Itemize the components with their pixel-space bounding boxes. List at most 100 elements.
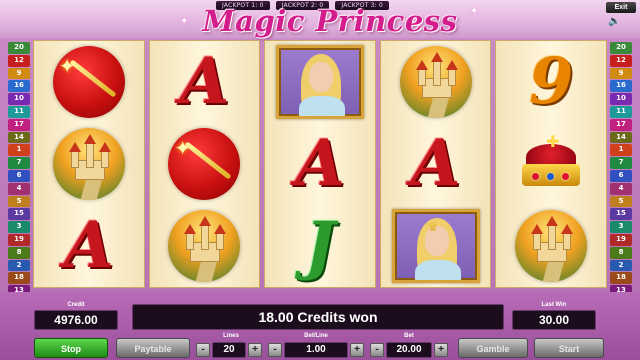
reel-cell: 9 [496, 41, 606, 123]
payline-number-2: 2 [8, 259, 30, 272]
payline-number-5: 5 [8, 195, 30, 208]
crown-icon: ✚ [516, 134, 586, 192]
payline-number-20: 20 [8, 42, 30, 54]
reel-cell [34, 123, 144, 205]
reel-1: ✦ A [33, 40, 145, 288]
payline-number-6: 6 [8, 169, 30, 182]
gamble-button[interactable]: Gamble [458, 338, 528, 358]
princess-tiara-icon: ♛ [391, 209, 480, 283]
payline-number-2: 2 [610, 259, 632, 272]
magic-wand-icon: ✦ [52, 46, 125, 118]
reel-5: 9 ✚ [495, 40, 607, 288]
payline-number-16: 16 [8, 80, 30, 93]
magic-wand-icon: ✦ [168, 128, 241, 200]
payline-number-3: 3 [8, 221, 30, 233]
reel-cell: ♛ [381, 205, 491, 287]
payline-number-9: 9 [610, 67, 632, 80]
header-bar: JACKPOT 1: 0 JACKPOT 2: 0 JACKPOT 3: 0 ✦… [0, 0, 640, 38]
reel-cell: A [265, 123, 375, 205]
payline-number-12: 12 [610, 54, 632, 67]
reel-cell [265, 41, 375, 123]
payline-number-11: 11 [8, 105, 30, 118]
reel-cell [496, 205, 606, 287]
payline-number-17: 17 [610, 118, 632, 131]
payline-number-19: 19 [8, 233, 30, 246]
payline-number-4: 4 [8, 182, 30, 195]
payline-number-3: 3 [610, 221, 632, 233]
symbol-a-icon: A [410, 126, 461, 201]
payline-number-16: 16 [610, 80, 632, 93]
payline-number-18: 18 [8, 272, 30, 285]
bet-plus-button[interactable]: + [434, 343, 448, 357]
exit-button[interactable]: Exit [606, 2, 636, 13]
symbol-9-icon: 9 [528, 44, 574, 119]
start-button[interactable]: Start [534, 338, 604, 358]
payline-number-11: 11 [610, 105, 632, 118]
payline-number-14: 14 [610, 131, 632, 144]
bet-line-plus-button[interactable]: + [350, 343, 364, 357]
lines-minus-button[interactable]: - [196, 343, 210, 357]
reel-cell: ✦ [34, 41, 144, 123]
payline-number-18: 18 [610, 272, 632, 285]
symbol-a-icon: A [295, 126, 345, 201]
reel-3: AJ [264, 40, 376, 288]
stop-button[interactable]: Stop [34, 338, 108, 358]
last-win-value: 30.00 [512, 310, 596, 330]
payline-number-1: 1 [8, 144, 30, 157]
payline-number-17: 17 [8, 118, 30, 131]
payline-number-6: 6 [610, 169, 632, 182]
payline-numbers-left: 20 12 9 16 10 11 17 14 1 7 6 4 5 15 3 19 8 2 18 13 [8, 42, 30, 297]
win-message: 18.00 Credits won [132, 304, 504, 330]
payline-number-14: 14 [8, 131, 30, 144]
payline-numbers-right: 20 12 9 16 10 11 17 14 1 7 6 4 5 15 3 19 8 2 18 13 [610, 42, 632, 297]
payline-number-4: 4 [610, 182, 632, 195]
payline-number-7: 7 [610, 157, 632, 169]
reel-2: A ✦ [148, 40, 261, 288]
bet-value: 20.00 [386, 342, 432, 358]
symbol-a-icon: A [63, 208, 114, 283]
reel-cell: A [34, 205, 144, 287]
reel-cell: A [150, 41, 260, 123]
bet-minus-button[interactable]: - [370, 343, 384, 357]
lines-plus-button[interactable]: + [248, 343, 262, 357]
reel-area: ✦ A A ✦ A J A ♛ 9 ✚ [33, 40, 607, 288]
payline-number-8: 8 [610, 246, 632, 259]
castle-icon [515, 210, 588, 282]
lines-label: Lines [223, 333, 239, 339]
payline-number-20: 20 [610, 42, 632, 54]
paytable-button[interactable]: Paytable [116, 338, 190, 358]
reel-cell: ✚ [496, 123, 606, 205]
symbol-a-icon: A [179, 44, 230, 119]
reel-cell: ✦ [150, 123, 260, 205]
credit-value: 4976.00 [34, 310, 118, 330]
reel-cell: A [381, 123, 491, 205]
reel-cell [150, 205, 260, 287]
reel-4: A ♛ [379, 40, 492, 288]
lines-value: 20 [212, 342, 246, 358]
castle-icon [52, 128, 125, 200]
payline-number-7: 7 [8, 157, 30, 169]
symbol-j-icon: J [304, 208, 336, 283]
payline-number-1: 1 [610, 144, 632, 157]
princess-icon [275, 45, 364, 119]
castle-icon [168, 210, 241, 282]
bet-line-minus-button[interactable]: - [268, 343, 282, 357]
last-win-label: Last Win [541, 302, 567, 308]
payline-number-19: 19 [610, 233, 632, 246]
payline-number-15: 15 [610, 208, 632, 221]
payline-number-8: 8 [8, 246, 30, 259]
credit-label: Credit [67, 302, 85, 308]
speaker-icon[interactable]: 🔈 [608, 16, 622, 28]
payline-number-15: 15 [8, 208, 30, 221]
payline-number-10: 10 [610, 93, 632, 105]
reel-cell [381, 41, 491, 123]
game-title: Magic Princess [202, 4, 458, 38]
payline-number-5: 5 [610, 195, 632, 208]
bet-line-label: Bet/Line [304, 333, 328, 339]
payline-number-10: 10 [8, 93, 30, 105]
bet-line-value: 1.00 [284, 342, 348, 358]
castle-icon [399, 46, 472, 118]
control-panel: Credit 4976.00 18.00 Credits won Last Wi… [0, 292, 640, 360]
reel-cell: J [265, 205, 375, 287]
bet-label: Bet [404, 333, 414, 339]
